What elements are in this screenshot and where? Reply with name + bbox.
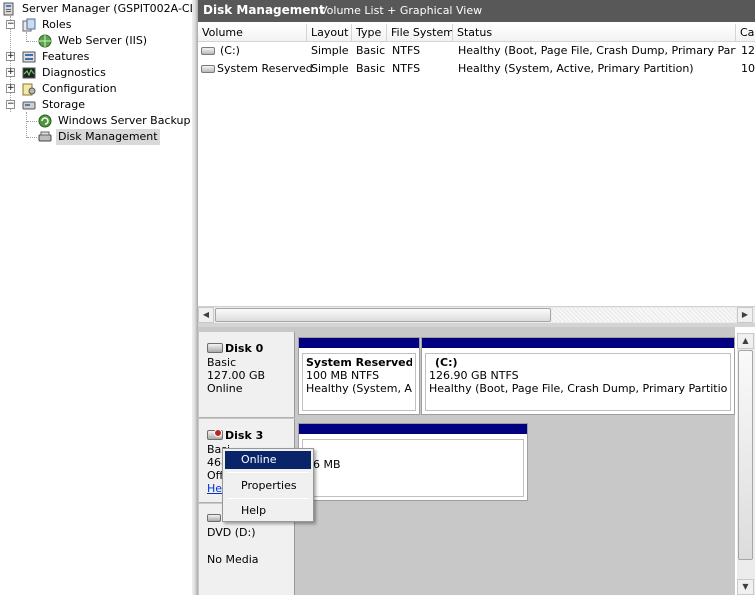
partition-status: Healthy (System, Activ <box>306 382 412 395</box>
features-icon <box>22 50 36 64</box>
disk-state: Off <box>207 469 224 482</box>
diagnostics-expander[interactable]: + <box>6 68 15 77</box>
disk-name: Disk 0 <box>225 342 264 355</box>
tree-line <box>27 137 37 138</box>
configuration-expander[interactable]: + <box>6 84 15 93</box>
partition-body: 66 MB <box>302 439 524 497</box>
partition-body: (C:) 126.90 GB NTFS Healthy (Boot, Page … <box>425 353 731 411</box>
partition-bar <box>299 338 419 349</box>
tree-item-label: Disk Management <box>56 129 160 145</box>
diagnostics-icon <box>22 66 36 80</box>
partition-size: 66 MB <box>306 458 341 471</box>
disk-state: No Media <box>207 553 259 566</box>
storage-expander[interactable]: − <box>6 100 15 109</box>
console-tree: Server Manager (GSPIT002A-CL2) − Roles W… <box>0 0 207 595</box>
partition-system-reserved[interactable]: System Reserved 100 MB NTFS Healthy (Sys… <box>298 337 420 415</box>
disk-context-menu: Online Properties Help <box>222 448 314 522</box>
graphical-view-vertical-scrollbar[interactable]: ▲ ▼ <box>737 333 755 595</box>
partition-title: System Reserved <box>306 356 412 369</box>
tree-item-label: Diagnostics <box>42 66 106 79</box>
cell-type: Basic <box>356 62 386 75</box>
partition-bar <box>299 424 527 435</box>
backup-icon <box>38 114 52 128</box>
partition-c[interactable]: (C:) 126.90 GB NTFS Healthy (Boot, Page … <box>421 337 735 415</box>
menu-separator <box>227 472 309 473</box>
column-header-type[interactable]: Type <box>352 24 387 42</box>
scroll-track[interactable] <box>552 308 736 322</box>
disk-state: Online <box>207 382 243 395</box>
roles-expander[interactable]: − <box>6 20 15 29</box>
cell-capacity: 10 <box>741 62 755 75</box>
web-server-icon <box>38 34 52 48</box>
menu-item-properties[interactable]: Properties <box>225 477 311 495</box>
tree-line <box>27 121 37 122</box>
tree-item-label: Storage <box>42 98 86 111</box>
cell-layout: Simple <box>311 44 349 57</box>
partition-size: 126.90 GB NTFS <box>429 369 519 382</box>
partition-bar <box>422 338 734 349</box>
partition-size: 100 MB NTFS <box>306 369 380 382</box>
cell-layout: Simple <box>311 62 349 75</box>
dvd-drive-icon <box>207 514 221 522</box>
tree-item-label: Web Server (IIS) <box>58 34 148 47</box>
volume-icon <box>201 65 215 73</box>
partition-body: System Reserved 100 MB NTFS Healthy (Sys… <box>302 353 416 411</box>
cell-type: Basic <box>356 44 386 57</box>
snapin-title: Disk Management <box>203 3 325 17</box>
roles-icon <box>22 18 36 32</box>
partition-status: Healthy (Boot, Page File, Crash Dump, Pr… <box>429 382 727 395</box>
volume-list-horizontal-scrollbar[interactable]: ◀ ▶ <box>198 306 755 323</box>
column-header-volume[interactable]: Volume <box>198 24 307 42</box>
cell-volume: System Reserved <box>217 62 313 75</box>
offline-indicator-icon <box>214 429 222 437</box>
tree-line <box>27 41 37 42</box>
tree-line <box>26 112 27 138</box>
disk-size: 127.00 GB <box>207 369 266 382</box>
disk-type: DVD (D:) <box>207 526 256 539</box>
server-manager-icon <box>2 2 16 16</box>
cell-file-system: NTFS <box>392 44 421 57</box>
cell-file-system: NTFS <box>392 62 421 75</box>
cell-volume: (C:) <box>220 44 240 57</box>
snapin-title-bar: Disk Management Volume List + Graphical … <box>198 0 755 22</box>
cell-status: Healthy (System, Active, Primary Partiti… <box>458 62 694 75</box>
partition-title: (C:) <box>435 356 458 369</box>
menu-item-online[interactable]: Online <box>225 451 311 469</box>
volume-icon <box>201 47 215 55</box>
tree-item-label: Roles <box>42 18 72 31</box>
scroll-up-button[interactable]: ▲ <box>737 333 754 349</box>
cell-capacity: 12 <box>741 44 755 57</box>
disk-name: Disk 3 <box>225 429 264 442</box>
tree-line <box>10 16 11 112</box>
disk-icon <box>207 343 223 353</box>
scroll-thumb[interactable] <box>738 350 753 560</box>
volume-list: Volume Layout Type File System Status Ca… <box>198 24 755 322</box>
view-mode-label: Volume List + Graphical View <box>320 4 483 17</box>
disk-management-icon <box>38 130 52 144</box>
tree-item-label: Configuration <box>42 82 117 95</box>
scroll-down-button[interactable]: ▼ <box>737 579 754 595</box>
menu-item-help[interactable]: Help <box>225 502 311 520</box>
menu-separator <box>227 498 309 499</box>
help-link[interactable]: He <box>207 482 222 495</box>
storage-icon <box>22 98 36 112</box>
tree-item-label: Features <box>42 50 90 63</box>
scroll-thumb[interactable] <box>215 308 551 322</box>
scroll-right-button[interactable]: ▶ <box>737 307 753 323</box>
scroll-left-button[interactable]: ◀ <box>198 307 214 323</box>
column-header-layout[interactable]: Layout <box>307 24 352 42</box>
column-header-file-system[interactable]: File System <box>387 24 453 42</box>
disk-type: Basic <box>207 356 237 369</box>
partition-disk3[interactable]: 66 MB <box>298 423 528 501</box>
configuration-icon <box>22 82 36 96</box>
column-header-status[interactable]: Status <box>453 24 736 42</box>
tree-item-label: Windows Server Backup <box>58 114 191 127</box>
disk-0-header[interactable]: Disk 0 Basic 127.00 GB Online <box>199 332 295 418</box>
tree-item-label: Server Manager (GSPIT002A-CL2) <box>22 2 208 15</box>
column-header-capacity[interactable]: Ca <box>736 24 755 42</box>
cell-status: Healthy (Boot, Page File, Crash Dump, Pr… <box>458 44 736 57</box>
features-expander[interactable]: + <box>6 52 15 61</box>
